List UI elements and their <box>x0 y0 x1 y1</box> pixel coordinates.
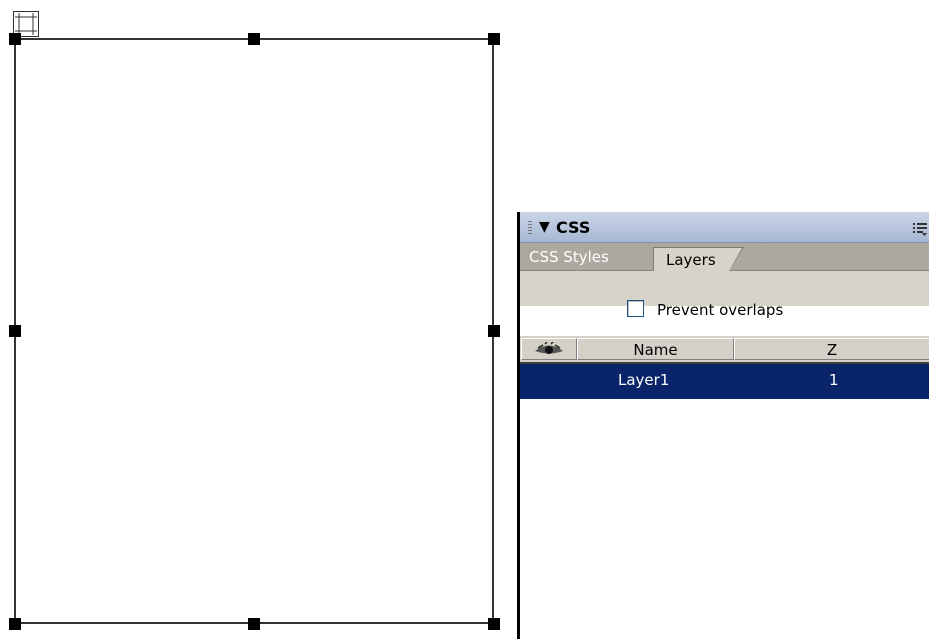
resize-handle-top-right[interactable] <box>488 33 500 45</box>
tab-layers[interactable]: Layers <box>653 247 744 273</box>
panel-options-menu-icon[interactable] <box>913 221 927 236</box>
layer-name: Layer1 <box>618 371 670 389</box>
panel-title-bar[interactable]: ▼ CSS <box>520 212 929 243</box>
layers-table-header: Name Z <box>520 336 929 364</box>
resize-handle-top-left[interactable] <box>9 33 21 45</box>
resize-handle-bottom-left[interactable] <box>9 618 21 630</box>
column-header-name[interactable]: Name <box>577 338 734 360</box>
panel-title[interactable]: CSS <box>556 218 590 237</box>
panel-tab-strip: CSS Styles Layers <box>520 243 929 273</box>
column-header-z[interactable]: Z <box>734 338 929 360</box>
collapse-triangle-icon[interactable]: ▼ <box>539 219 550 235</box>
resize-handle-right[interactable] <box>488 325 500 337</box>
column-header-visibility[interactable] <box>521 338 577 360</box>
prevent-overlaps-label[interactable]: Prevent overlaps <box>657 301 783 319</box>
resize-handle-top[interactable] <box>248 33 260 45</box>
css-panel: ▼ CSS CSS Styles Layers <box>517 212 929 639</box>
resize-handle-bottom-right[interactable] <box>488 618 500 630</box>
tab-css-styles[interactable]: CSS Styles <box>529 248 609 266</box>
panel-grip-icon[interactable] <box>528 221 532 234</box>
layer-z-index: 1 <box>829 371 839 389</box>
visibility-eye-icon <box>534 341 564 364</box>
layer-row[interactable]: Layer1 1 <box>520 364 929 399</box>
prevent-overlaps-checkbox[interactable] <box>627 300 644 317</box>
layer-box[interactable] <box>14 38 494 624</box>
resize-handle-bottom[interactable] <box>248 618 260 630</box>
resize-handle-left[interactable] <box>9 325 21 337</box>
